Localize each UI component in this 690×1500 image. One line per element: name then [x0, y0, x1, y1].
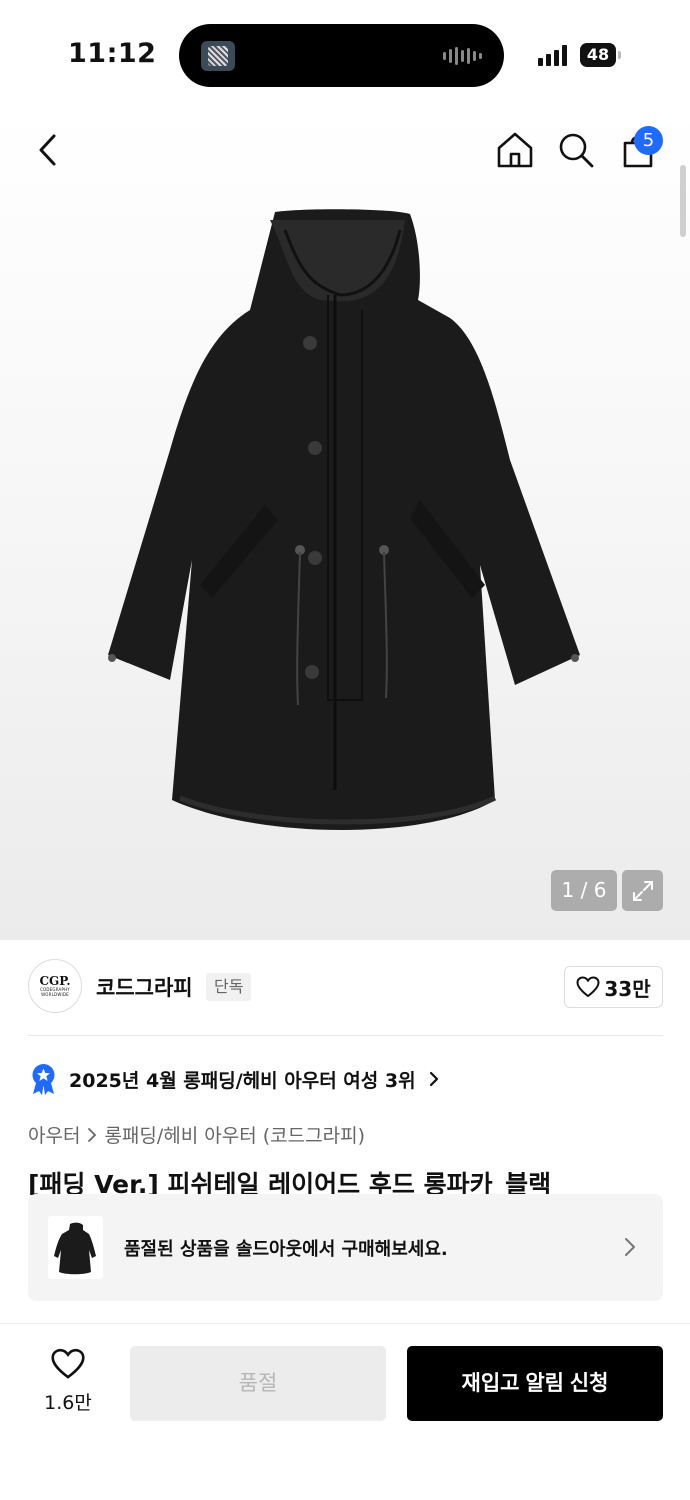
- product-title: [패딩 Ver.] 피쉬테일 레이어드 후드 롱파카_블랙: [28, 1170, 552, 1195]
- back-button[interactable]: [26, 128, 70, 172]
- restock-alert-button[interactable]: 재입고 알림 신청: [407, 1346, 663, 1421]
- brand-name-link[interactable]: 코드그라피: [96, 972, 193, 1002]
- brand-logo[interactable]: CGP. CODEGRAPHY WORLDWIDE: [28, 959, 82, 1013]
- rank-medal-icon: [32, 1064, 55, 1095]
- status-time: 11:12: [68, 38, 157, 69]
- chevron-right-icon: [88, 1127, 97, 1142]
- heart-icon: [51, 1348, 85, 1379]
- scrollbar[interactable]: [680, 165, 686, 237]
- ranking-link[interactable]: 2025년 4월 롱패딩/헤비 아우터 여성 3위: [30, 1063, 440, 1095]
- soldout-banner-text: 품절된 상품을 솔드아웃에서 구매해보세요.: [124, 1239, 448, 1260]
- cart-count-badge: 5: [634, 126, 663, 155]
- heart-icon: [576, 976, 600, 998]
- audio-wave-icon: [443, 46, 482, 66]
- home-icon: [497, 132, 533, 168]
- brand-logo-subtext-2: WORLDWIDE: [41, 992, 69, 997]
- brand-logo-text: CGP.: [39, 974, 71, 988]
- breadcrumb-subcategory[interactable]: 롱패딩/헤비 아우터 (코드그라피): [104, 1121, 365, 1148]
- brand-like-button[interactable]: 33만: [564, 966, 663, 1008]
- now-playing-artwork: [201, 41, 235, 71]
- signal-icon: [538, 44, 567, 66]
- chevron-right-icon: [625, 1238, 635, 1256]
- home-button[interactable]: [493, 128, 537, 172]
- image-counter: 1 / 6: [551, 870, 617, 911]
- wishlist-count: 1.6만: [44, 1392, 92, 1414]
- brand-like-count: 33만: [604, 976, 651, 1001]
- divider: [28, 1035, 663, 1036]
- product-photo-coat: [108, 209, 580, 830]
- breadcrumb-category[interactable]: 아우터: [28, 1121, 80, 1148]
- chevron-right-icon: [429, 1071, 438, 1087]
- ranking-text: 2025년 4월 롱패딩/헤비 아우터 여성 3위: [69, 1069, 416, 1092]
- dynamic-island: [179, 24, 504, 87]
- soldout-button[interactable]: 품절: [130, 1346, 386, 1421]
- chevron-left-icon: [39, 134, 56, 166]
- expand-image-button[interactable]: [622, 870, 663, 911]
- search-icon: [559, 133, 594, 168]
- soldout-banner[interactable]: 품절된 상품을 솔드아웃에서 구매해보세요.: [28, 1194, 663, 1301]
- breadcrumb: 아우터 롱패딩/헤비 아우터 (코드그라피): [28, 1121, 365, 1148]
- soldout-product-thumbnail: [48, 1216, 103, 1279]
- search-button[interactable]: [554, 128, 598, 172]
- wishlist-button[interactable]: 1.6만: [30, 1348, 106, 1415]
- exclusive-badge: 단독: [206, 973, 252, 1001]
- status-bar: 11:12 48: [0, 0, 690, 110]
- expand-icon: [632, 880, 653, 901]
- battery-icon: 48: [580, 43, 621, 67]
